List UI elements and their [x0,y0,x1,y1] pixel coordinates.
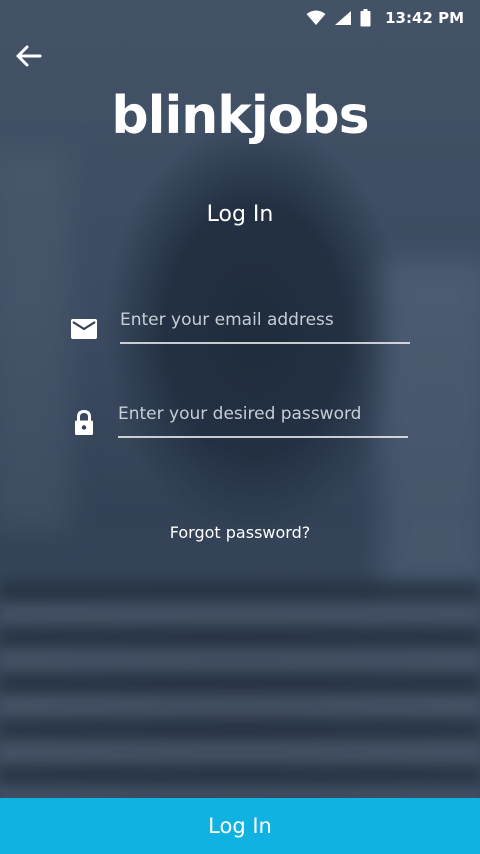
arrow-left-icon [14,44,42,72]
wifi-icon [306,10,326,26]
login-button[interactable]: Log In [0,798,480,854]
forgot-password-link[interactable]: Forgot password? [0,523,480,542]
back-button[interactable] [12,42,44,74]
login-screen: 13:42 PM blinkjobs Log In Enter your ema… [0,0,480,854]
password-input[interactable] [118,400,408,438]
email-input[interactable] [120,306,410,344]
email-field-row [70,306,410,344]
cell-signal-icon [334,10,352,26]
status-bar: 13:42 PM [0,0,480,36]
status-time: 13:42 PM [385,9,464,27]
battery-icon [360,9,371,27]
mail-icon [70,314,98,344]
page-title: Log In [206,202,274,227]
brand-logo: blinkjobs [111,86,369,146]
lock-icon [70,408,98,438]
password-field-row [70,400,408,438]
